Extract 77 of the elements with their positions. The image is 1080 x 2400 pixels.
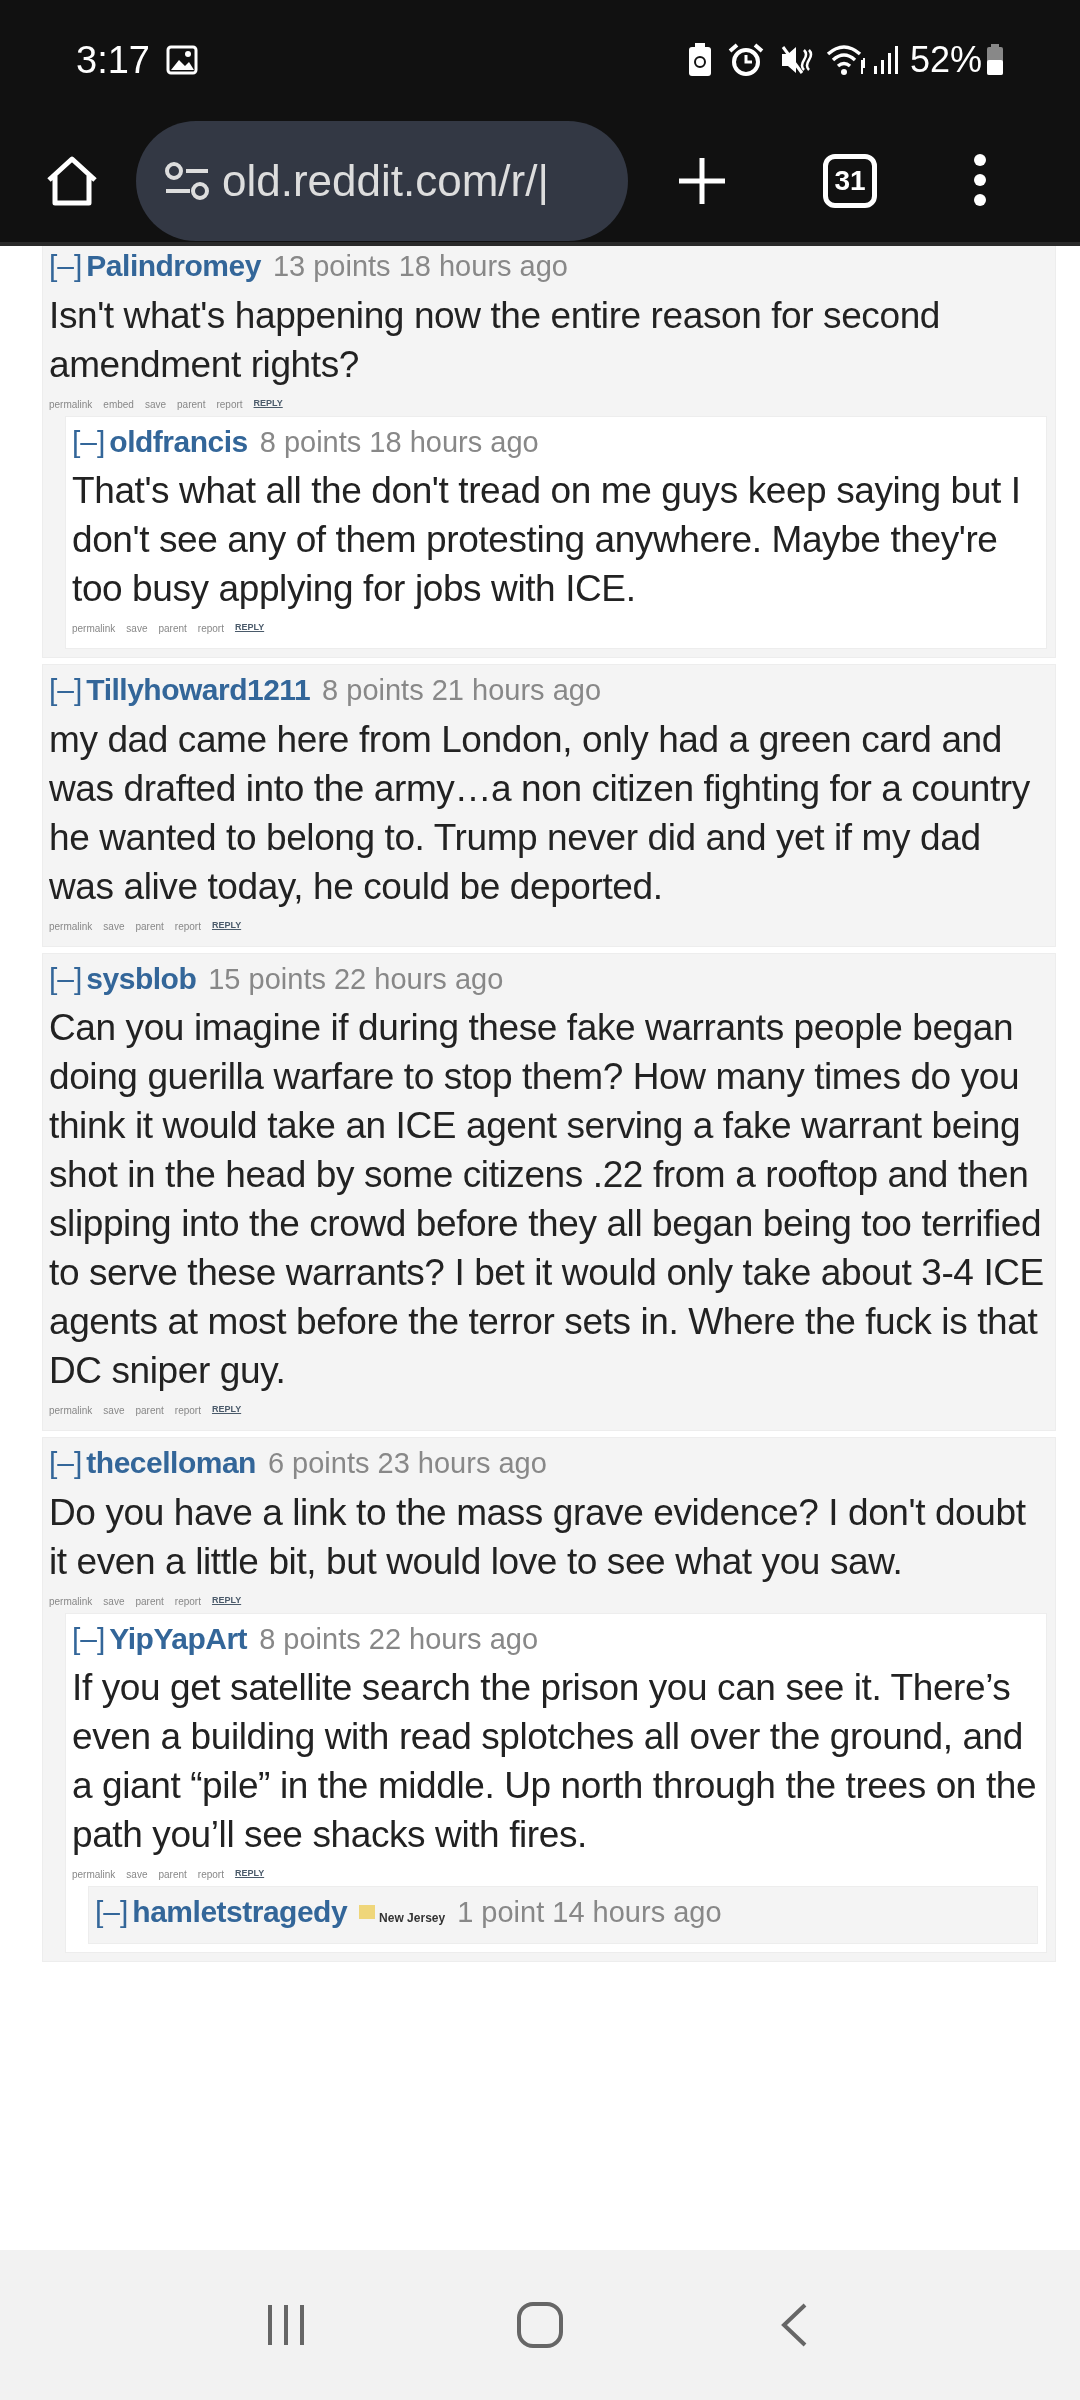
address-bar[interactable]: old.reddit.com/r/| <box>136 121 628 241</box>
collapse-toggle[interactable]: [–] <box>49 667 83 712</box>
comment-body: If you get satellite search the prison you can see it. There’s even a building with read splotches all over the ground, and a giant “pile” in the middle. Up north through the trees on the path you’ll see shacks with fires. <box>72 1666 1038 1857</box>
url-text: old.reddit.com/r/| <box>222 155 549 207</box>
comment-meta: 13 points 18 hours ago <box>272 249 568 284</box>
action-link[interactable]: report <box>174 918 201 934</box>
collapse-toggle[interactable]: [–] <box>49 246 83 288</box>
reply-link[interactable]: REPLY <box>234 621 265 636</box>
site-settings-icon <box>164 161 210 201</box>
collapse-toggle[interactable]: [–] <box>49 1440 83 1485</box>
alarm-icon <box>727 43 764 77</box>
mute-icon <box>779 44 814 76</box>
comment-body: That's what all the don't tread on me guys keep saying but I don't see any of them protesting anywhere. Maybe they're too busy applying for jobs with ICE. <box>72 469 1022 611</box>
collapse-toggle[interactable]: [–] <box>49 955 83 1001</box>
comment-meta: 8 points 21 hours ago <box>322 673 602 708</box>
username-link[interactable]: oldfrancis <box>109 418 248 464</box>
status-time: 3:17 <box>76 37 150 83</box>
reply-link[interactable]: REPLY <box>253 396 283 412</box>
reply-link[interactable]: REPLY <box>211 918 242 934</box>
reply-link[interactable]: REPLY <box>234 1867 265 1882</box>
action-link[interactable]: save <box>144 396 167 412</box>
action-link[interactable]: save <box>103 1593 125 1609</box>
collapse-toggle[interactable]: [–] <box>95 1889 129 1934</box>
comment-meta: 1 point 14 hours ago <box>457 1895 722 1930</box>
action-link[interactable]: save <box>126 1867 148 1882</box>
user-flair: New Jersey <box>379 1910 446 1927</box>
username-link[interactable]: Tillyhoward1211 <box>86 667 311 712</box>
battery-icon <box>986 44 1004 76</box>
comment-meta: 8 points 18 hours ago <box>259 424 539 460</box>
action-link[interactable]: permalink <box>72 1867 116 1882</box>
username-link[interactable]: thecelloman <box>86 1440 256 1485</box>
action-link[interactable]: permalink <box>49 918 93 934</box>
collapse-toggle[interactable]: [–] <box>72 1615 106 1661</box>
comment-body: Isn't what's happening now the entire reason for second amendment rights? <box>49 293 941 387</box>
home-nav-icon <box>516 2301 564 2349</box>
action-link[interactable]: parent <box>158 1867 187 1882</box>
home-icon <box>45 156 99 206</box>
action-link[interactable]: parent <box>177 396 206 412</box>
comment-meta: 15 points 22 hours ago <box>208 961 504 997</box>
action-link[interactable]: parent <box>135 918 164 934</box>
action-link[interactable]: permalink <box>49 1593 93 1609</box>
action-link[interactable]: save <box>126 621 148 636</box>
reply-link[interactable]: REPLY <box>211 1593 242 1609</box>
action-link[interactable]: report <box>174 1593 201 1609</box>
action-link[interactable]: parent <box>158 621 187 636</box>
comment-body: my dad came here from London, only had a green card and was drafted into the army…a non citizen fighting for a country he wanted to belong to. Trump never did and yet if my dad was alive today, he could be deported. <box>49 717 1031 909</box>
plus-icon <box>677 156 728 206</box>
comment-meta: 8 points 22 hours ago <box>259 1621 539 1657</box>
reply-link[interactable]: REPLY <box>211 1403 242 1418</box>
comment-body: Do you have a link to the mass grave evidence? I don't doubt it even a little bit, but would love to see what you saw. <box>49 1490 1027 1584</box>
action-link[interactable]: parent <box>135 1593 164 1609</box>
action-link[interactable]: report <box>174 1403 201 1418</box>
comment-body: Can you imagine if during these fake warrants people began doing guerilla warfare to stop them? How many times do you think it would take an ICE agent serving a fake warrant being shot in the head by some citizens .22 from a rooftop and then slipping into the crowd before they all began being too terrified to serve these warrants? I bet it would only take about 3-4 ICE agents at most before the terror sets in. Where the fuck is that DC sniper guy. <box>49 1006 1045 1393</box>
action-link[interactable]: report <box>197 1867 224 1882</box>
action-link[interactable]: parent <box>135 1403 164 1418</box>
action-link[interactable]: permalink <box>49 396 93 412</box>
username-link[interactable]: YipYapArt <box>109 1615 248 1661</box>
image-icon <box>165 45 198 75</box>
action-link[interactable]: report <box>197 621 224 636</box>
menu-icon <box>971 153 988 207</box>
tab-count-button[interactable]: 31 <box>823 154 877 208</box>
action-link[interactable]: permalink <box>72 621 116 636</box>
battery-saver-icon <box>687 43 712 77</box>
username-link[interactable]: sysblob <box>86 955 197 1001</box>
collapse-toggle[interactable]: [–] <box>72 418 106 464</box>
action-link[interactable]: report <box>216 396 243 412</box>
home-nav-button[interactable] <box>514 2299 566 2351</box>
username-link[interactable]: Palindromey <box>86 246 261 288</box>
wifi-icon <box>825 44 868 76</box>
action-link[interactable]: permalink <box>49 1403 93 1418</box>
action-link[interactable]: embed <box>103 396 134 412</box>
action-link[interactable]: save <box>103 1403 125 1418</box>
comment-meta: 6 points 23 hours ago <box>267 1446 547 1481</box>
action-link[interactable]: save <box>103 918 125 934</box>
username-link[interactable]: hamletstragedy <box>132 1889 348 1934</box>
battery-percent: 52% <box>909 38 982 82</box>
flair-icon <box>359 1904 376 1919</box>
